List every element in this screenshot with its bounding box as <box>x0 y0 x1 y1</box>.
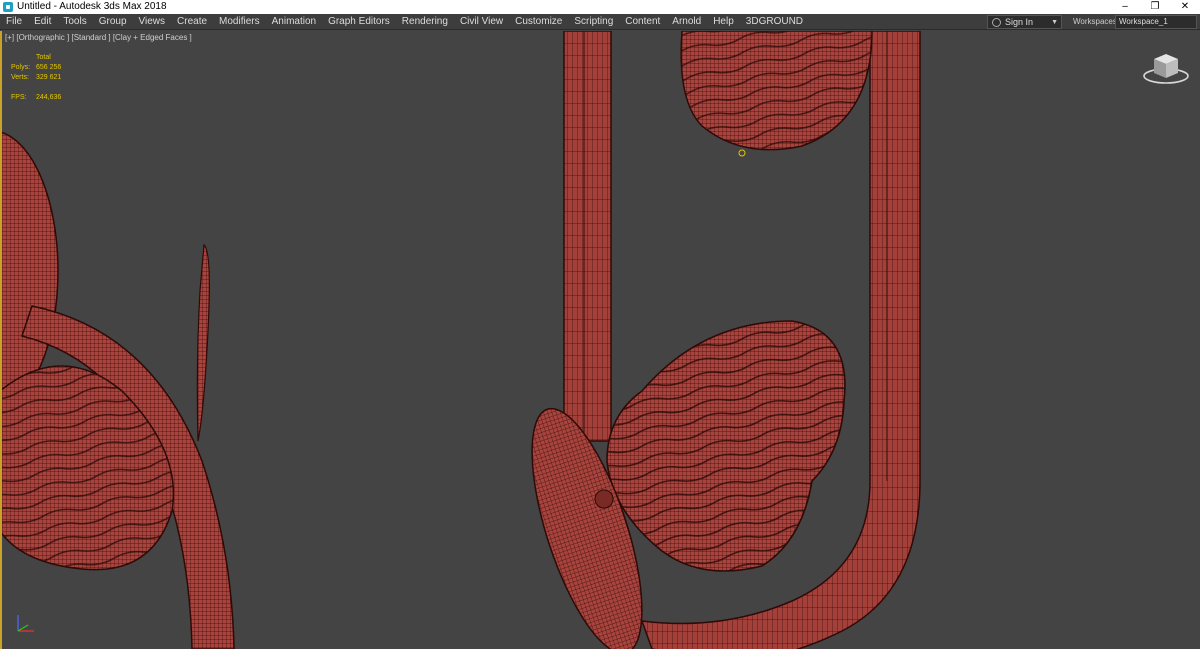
window-title: Untitled - Autodesk 3ds Max 2018 <box>17 1 167 12</box>
stats-fps-value: 244,636 <box>36 94 62 101</box>
menu-tools[interactable]: Tools <box>57 14 92 30</box>
stats-verts-value: 329 621 <box>36 74 62 81</box>
scene-render <box>2 31 921 649</box>
minimize-button[interactable]: – <box>1110 0 1140 14</box>
axis-tripod-icon <box>17 615 34 632</box>
app-logo-icon <box>3 2 13 12</box>
sign-in-label: Sign In <box>1005 17 1034 27</box>
menu-animation[interactable]: Animation <box>266 14 322 30</box>
viewport-label-menu[interactable]: [+] [Orthographic ] [Standard ] [Clay + … <box>5 33 192 42</box>
workspace-select[interactable]: Workspace_1 <box>1115 15 1197 29</box>
thin-blade-mesh <box>196 243 210 442</box>
menu-customize[interactable]: Customize <box>509 14 568 30</box>
statistics-overlay: Total Polys: 656 256 Verts: 329 621 FPS:… <box>11 53 61 103</box>
stats-verts-label: Verts: <box>11 74 29 81</box>
title-bar: Untitled - Autodesk 3ds Max 2018 – ❐ ✕ <box>0 0 1200 14</box>
restore-button[interactable]: ❐ <box>1140 0 1170 14</box>
menu-rendering[interactable]: Rendering <box>396 14 454 30</box>
menu-scripting[interactable]: Scripting <box>568 14 619 30</box>
menu-civil-view[interactable]: Civil View <box>454 14 509 30</box>
menu-graph-editors[interactable]: Graph Editors <box>322 14 396 30</box>
left-vertical-rod-mesh <box>563 31 612 442</box>
pivot-marker <box>738 149 746 157</box>
menu-file[interactable]: File <box>0 14 28 30</box>
perspective-viewport[interactable]: [+] [Orthographic ] [Standard ] [Clay + … <box>0 31 1200 649</box>
menu-group[interactable]: Group <box>93 14 133 30</box>
menu-arnold[interactable]: Arnold <box>666 14 707 30</box>
heart-lobe-mesh <box>606 320 846 572</box>
menu-edit[interactable]: Edit <box>28 14 57 30</box>
chevron-down-icon: ▼ <box>1051 18 1058 26</box>
stats-polys-row: Polys: 656 256 <box>11 63 61 73</box>
stats-polys-value: 656 256 <box>36 64 62 71</box>
menu-modifiers[interactable]: Modifiers <box>213 14 266 30</box>
window-controls: – ❐ ✕ <box>1110 0 1200 14</box>
menu-views[interactable]: Views <box>133 14 172 30</box>
stats-polys-label: Polys: <box>11 64 31 71</box>
menu-content[interactable]: Content <box>619 14 666 30</box>
viewcube-icon[interactable] <box>1141 49 1191 85</box>
menu-help[interactable]: Help <box>707 14 740 30</box>
stats-heading: Total <box>36 54 51 61</box>
top-sphere-mesh <box>680 31 873 151</box>
stats-verts-row: Verts: 329 621 <box>11 73 61 83</box>
stats-fps-row: FPS: 244,636 <box>11 93 61 103</box>
stats-fps-label: FPS: <box>11 94 27 101</box>
menu-bar: File Edit Tools Group Views Create Modif… <box>0 14 1200 30</box>
menu-create[interactable]: Create <box>171 14 213 30</box>
user-icon <box>992 17 1001 27</box>
close-button[interactable]: ✕ <box>1170 0 1200 14</box>
workspaces-label: Workspaces: <box>1073 17 1120 26</box>
sign-in-dropdown[interactable]: Sign In ▼ <box>987 15 1062 29</box>
menu-3dground[interactable]: 3DGROUND <box>740 14 809 30</box>
